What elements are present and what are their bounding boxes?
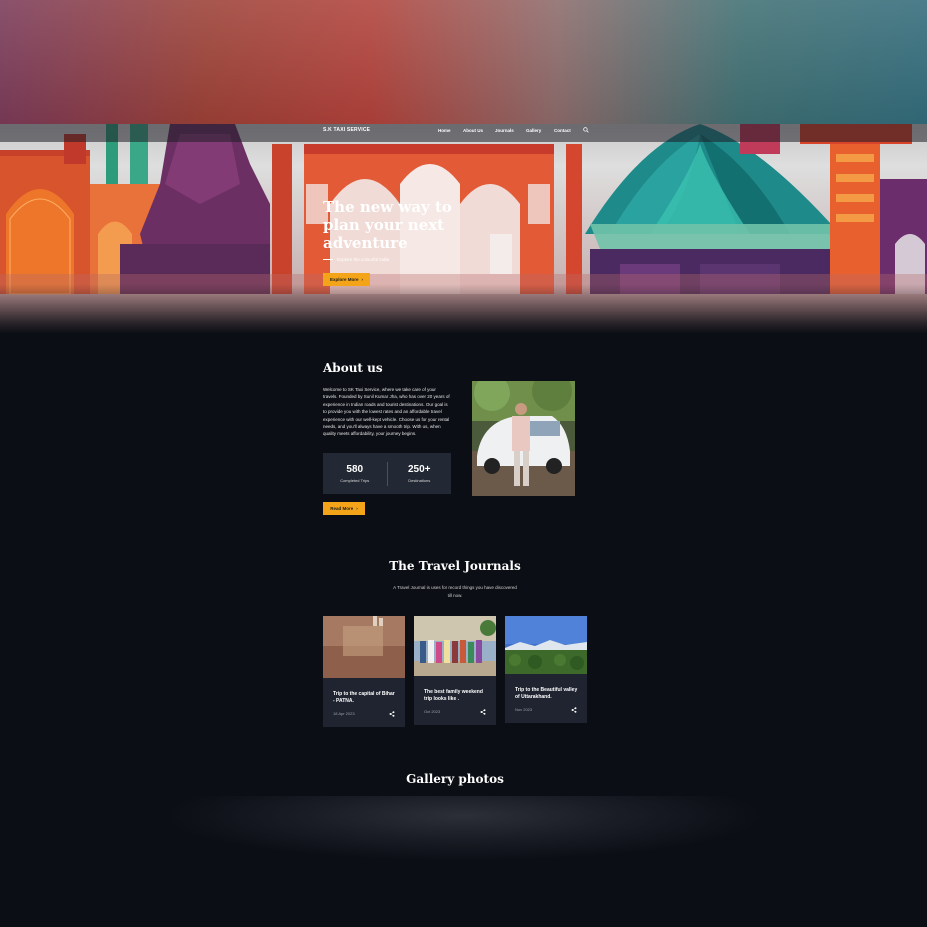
journal-card-date: 18 Apr 2023 (333, 711, 355, 716)
brand-logo[interactable]: S.K TAXI SERVICE (323, 127, 370, 133)
navbar (0, 124, 927, 142)
hero-fade (0, 284, 927, 334)
about-text: Welcome to SK Taxi Service, where we tak… (323, 387, 450, 437)
journal-card-date: Nov 2023 (515, 707, 533, 712)
search-icon[interactable] (583, 127, 589, 133)
share-icon[interactable] (571, 707, 577, 713)
gallery-title: Gallery photos (406, 772, 504, 786)
stat-label: Destinations (408, 478, 431, 483)
blurred-gallery-backdrop (0, 796, 927, 927)
family-photo (414, 616, 496, 676)
journals-description: A Travel Journal is uses for record thin… (393, 585, 517, 598)
nav-contact[interactable]: Contact (554, 128, 571, 133)
read-more-button[interactable]: Read More › (323, 502, 365, 515)
stat-destinations: 250+ Destinations (388, 464, 452, 483)
share-icon[interactable] (389, 711, 395, 717)
share-icon[interactable] (480, 709, 486, 715)
patna-photo (323, 616, 405, 678)
stats-panel: 580 Completed Trips 250+ Destinations (323, 453, 451, 494)
journal-card-family[interactable]: The best family weekend trip looks like … (414, 616, 496, 725)
stat-completed-trips: 580 Completed Trips (323, 464, 387, 483)
nav-journals[interactable]: Journals (495, 128, 514, 133)
read-more-label: Read More (330, 506, 354, 511)
stat-value: 580 (346, 464, 364, 475)
dash-line (323, 259, 333, 260)
nav-about-us[interactable]: About Us (463, 128, 483, 133)
blurred-header-backdrop (0, 0, 927, 124)
hero-subtitle: Explore the colourful India (323, 257, 389, 262)
journal-card-title[interactable]: The best family weekend trip looks like … (424, 689, 488, 704)
stat-value: 250+ (407, 464, 431, 475)
nav-gallery[interactable]: Gallery (526, 128, 541, 133)
about-title: About us (323, 361, 383, 375)
explore-more-label: Explore More (329, 277, 359, 282)
arrow-right-icon: › (361, 277, 364, 282)
stat-label: Completed Trips (340, 478, 370, 483)
journal-card-patna[interactable]: Trip to the capital of Bihar - PATNA. 18… (323, 616, 405, 727)
nav-home[interactable]: Home (438, 128, 451, 133)
journals-title: The Travel Journals (389, 559, 521, 573)
hero-title: The new way to plan your next adventure (323, 198, 452, 252)
hero-subtitle-text: Explore the colourful India (337, 257, 390, 262)
arrow-right-icon: › (356, 506, 358, 511)
explore-more-button[interactable]: Explore More › (323, 273, 370, 286)
founder-with-car-photo (472, 381, 575, 496)
journal-card-date: Oct 2023 (424, 709, 441, 714)
journal-card-title[interactable]: Trip to the Beautiful valley of Uttarakh… (515, 687, 579, 702)
journal-card-uttarakhand[interactable]: Trip to the Beautiful valley of Uttarakh… (505, 616, 587, 723)
uttarakhand-valley-photo (505, 616, 587, 674)
journal-card-title[interactable]: Trip to the capital of Bihar - PATNA. (333, 691, 397, 706)
